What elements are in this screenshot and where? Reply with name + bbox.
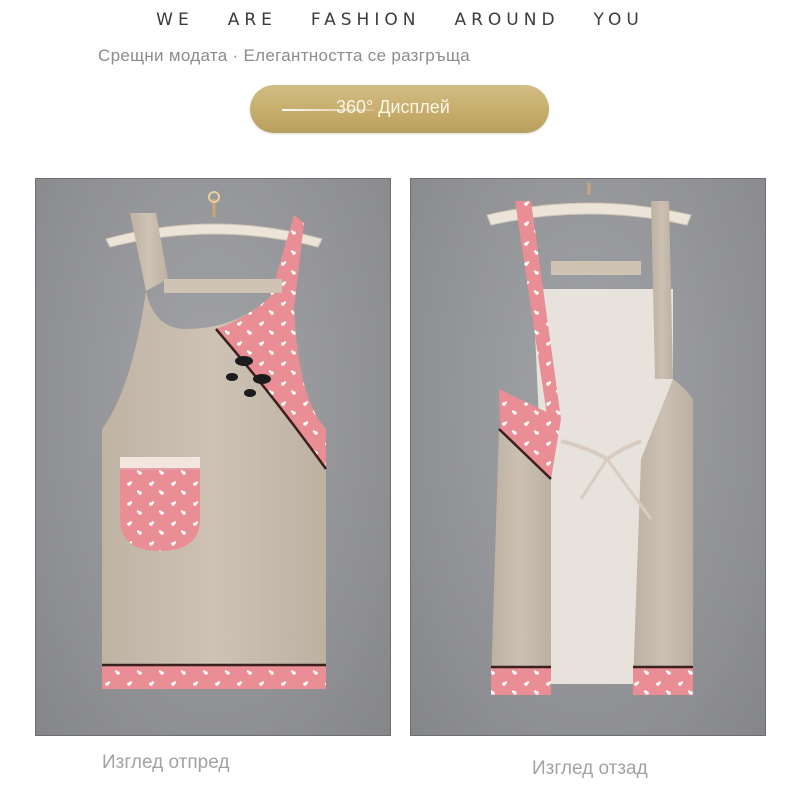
back-view-caption: Изглед отзад [532,758,648,779]
subtitle: Срещни модата · Елегантността се разгръщ… [98,46,470,65]
front-view-image [35,178,391,736]
display-360-label: 360° Дисплей [336,97,450,117]
back-apron-illustration [486,183,693,695]
front-apron-illustration [102,191,328,689]
headline-word: YOU [593,10,644,30]
headline-word: AROUND [454,10,560,30]
display-360-button[interactable]: 360° Дисплей [250,85,549,133]
headline-word: ARE [227,10,277,30]
headline-word: WE [156,10,194,30]
headline: WE ARE FASHION AROUND YOU [0,10,800,30]
front-view-caption: Изглед отпред [102,752,230,773]
headline-word: FASHION [310,10,421,30]
back-view-image [410,178,766,736]
